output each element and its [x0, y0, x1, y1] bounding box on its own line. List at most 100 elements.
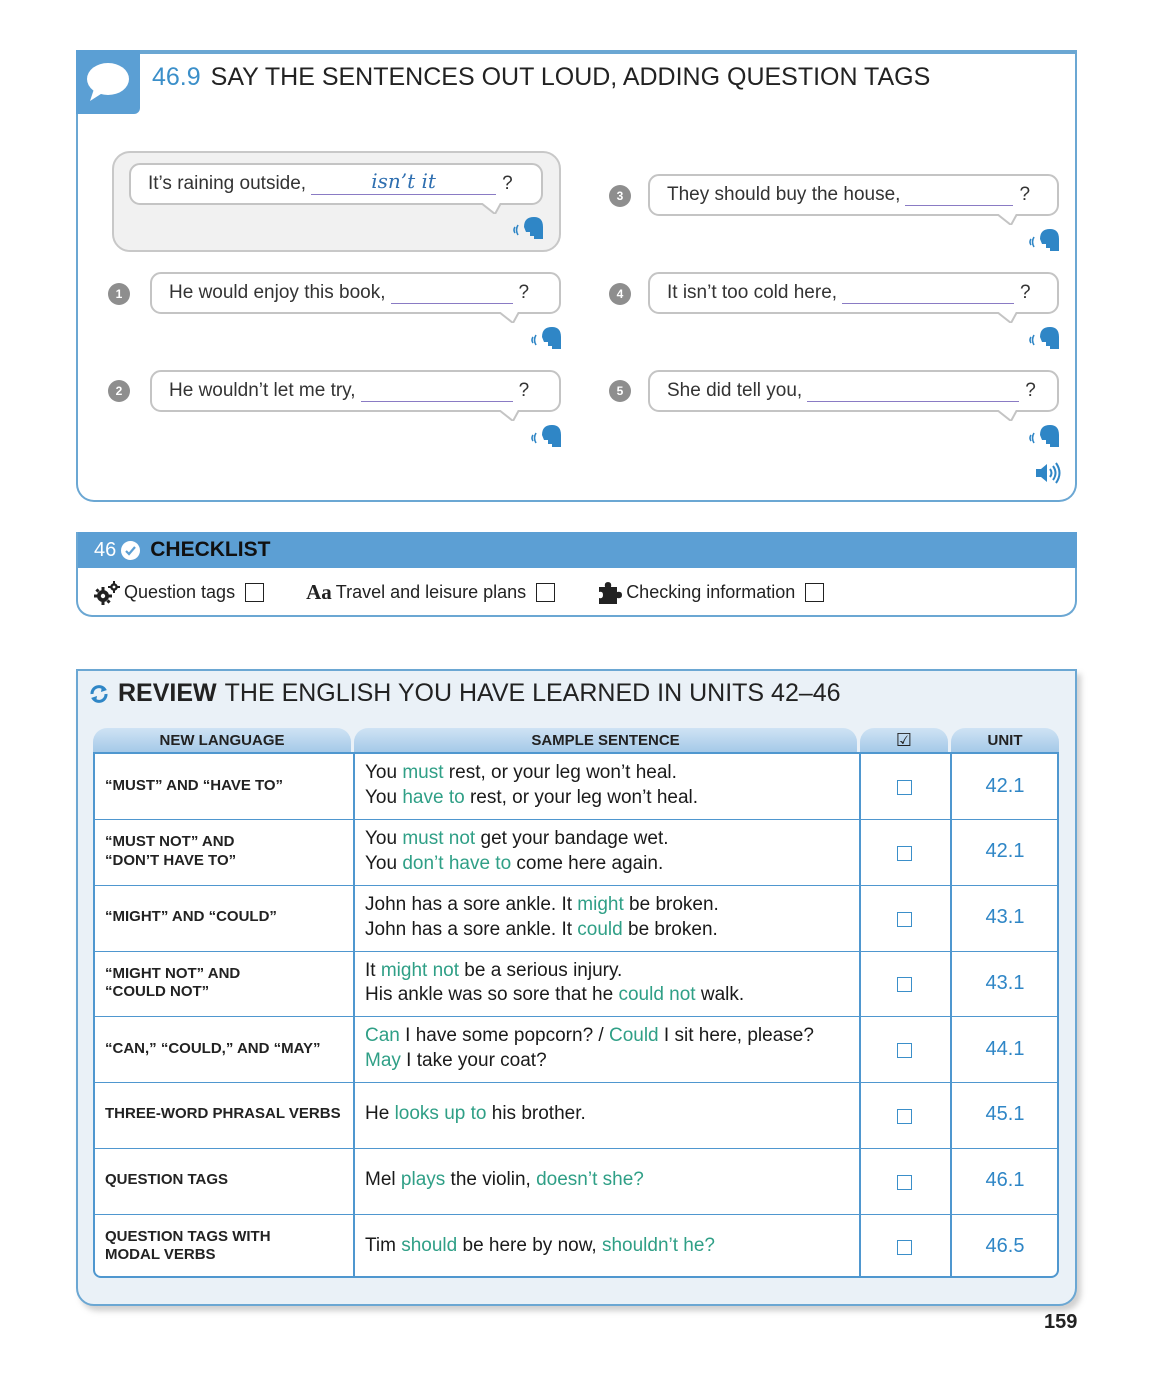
item-number-3: 3	[609, 185, 631, 207]
refresh-icon	[90, 684, 108, 703]
language-line: QUESTION TAGS	[105, 1171, 229, 1189]
sentence-line: You don’t have to come here again.	[365, 852, 865, 877]
item-text: He would enjoy this book,	[169, 282, 386, 303]
language-line: QUESTION TAGS WITH	[105, 1227, 271, 1245]
unit-cell: 45.1	[985, 1103, 1025, 1126]
item-bubble-2: He wouldn’t let me try, ?	[150, 370, 561, 421]
question-mark: ?	[1020, 282, 1031, 303]
item-bubble-3: They should buy the house, ?	[648, 174, 1059, 225]
answer-blank[interactable]	[807, 380, 1020, 402]
new-language-cell: QUESTION TAGS WITH MODAL VERBS	[105, 1214, 355, 1276]
sentence-text: John has a sore ankle. It	[365, 893, 578, 915]
checklist-label: Question tags	[124, 582, 236, 602]
review-checkbox[interactable]	[897, 977, 912, 993]
checklist-header: 46 CHECKLIST	[78, 532, 1077, 568]
sentence-line: Can I have some popcorn? / Could I sit h…	[365, 1024, 865, 1049]
puzzle-icon	[599, 581, 623, 604]
answer-blank[interactable]	[905, 184, 1014, 206]
checklist-panel: 46 CHECKLIST Question tags Aa Travel and…	[76, 532, 1077, 617]
new-language-cell: “CAN,” “COULD,” AND “MAY”	[105, 1017, 355, 1081]
table-row: “MIGHT NOT” AND “COULD NOT” It might not b…	[95, 951, 1057, 1018]
language-line: MODAL VERBS	[105, 1246, 216, 1264]
header-sample-sentence: SAMPLE SENTENCE	[354, 728, 857, 752]
example-answer: isn’t it	[371, 169, 436, 193]
sample-sentence-cell: Tim should be here by now, shouldn’t he?	[365, 1214, 865, 1276]
sentence-text: You	[365, 787, 403, 808]
sample-sentence-cell: You must rest, or your leg won’t heal. Yo…	[365, 754, 865, 818]
column-divider	[950, 1017, 952, 1082]
highlighted-phrase: don’t have to	[402, 852, 512, 874]
review-checkbox[interactable]	[897, 1043, 912, 1058]
sentence-line: You have to rest, or your leg won’t heal…	[365, 786, 865, 811]
review-title: REVIEW THE ENGLISH YOU HAVE LEARNED IN U…	[88, 679, 841, 708]
sentence-text: his brother.	[486, 1103, 586, 1125]
checklist-items: Question tags Aa Travel and leisure plan…	[94, 580, 825, 605]
sample-sentence-cell: Can I have some popcorn? / Could I sit h…	[365, 1017, 865, 1081]
answer-blank[interactable]	[842, 282, 1015, 304]
sentence-line: John has a sore ankle. It might be broke…	[365, 893, 865, 918]
sentence-line: He looks up to his brother.	[365, 1102, 865, 1127]
review-checkbox[interactable]	[897, 911, 912, 927]
sentence-line: You must rest, or your leg won’t heal.	[365, 761, 865, 786]
sentence-text: come here again.	[511, 852, 664, 874]
audio-speaker-icon[interactable]	[1034, 461, 1062, 485]
checklist-label: Checking information	[626, 582, 796, 602]
review-checkbox[interactable]	[897, 1108, 912, 1124]
answer-blank[interactable]	[390, 282, 513, 304]
exercise-title: 46.9 SAY THE SENTENCES OUT LOUD, ADDING Q…	[152, 63, 930, 92]
new-language-cell: QUESTION TAGS	[105, 1149, 355, 1213]
unit-cell: 43.1	[985, 906, 1025, 928]
review-checkbox[interactable]	[897, 780, 912, 795]
sentence-text: I take your coat?	[400, 1050, 547, 1071]
review-table: “MUST” AND “HAVE TO” You must rest, or yo…	[93, 752, 1059, 1278]
sentence-line: Mel plays the violin, doesn’t she?	[365, 1168, 865, 1193]
answer-blank[interactable]	[360, 380, 513, 402]
table-row: “MUST” AND “HAVE TO” You must rest, or yo…	[95, 754, 1057, 820]
review-title-bold: REVIEW	[118, 679, 217, 707]
checklist-item-travel: Aa Travel and leisure plans	[306, 580, 556, 605]
sample-sentence-cell: He looks up to his brother.	[365, 1083, 865, 1147]
checklist-checkbox[interactable]	[805, 583, 825, 602]
table-row: THREE-WORD PHRASAL VERBS He looks up to h…	[95, 1082, 1057, 1149]
review-title-rest: THE ENGLISH YOU HAVE LEARNED IN UNITS 42…	[224, 679, 841, 707]
item-text: It isn’t too cold here,	[667, 282, 838, 303]
sentence-line: John has a sore ankle. It could be broke…	[365, 918, 865, 943]
checklist-label: Travel and leisure plans	[335, 582, 527, 602]
sentence-text: I sit here, please?	[658, 1025, 814, 1047]
column-divider	[950, 754, 952, 819]
sentence-line: May I take your coat?	[365, 1049, 865, 1074]
column-divider	[950, 819, 952, 885]
checklist-checkbox[interactable]	[245, 583, 265, 602]
table-row: “CAN,” “COULD,” AND “MAY” Can I have some…	[95, 1017, 1057, 1083]
header-check: ☑	[860, 728, 948, 752]
highlighted-phrase: could	[577, 918, 623, 940]
table-row: QUESTION TAGS WITH MODAL VERBS Tim should …	[95, 1214, 1057, 1276]
highlighted-phrase: might not	[380, 959, 459, 981]
checklist-item-question-tags: Question tags	[94, 580, 265, 605]
page-number: 159	[1044, 1311, 1078, 1333]
sentence-text: John has a sore ankle. It	[365, 918, 578, 940]
highlighted-phrase: might	[577, 893, 624, 915]
sentence-text: walk.	[695, 984, 745, 1006]
review-checkbox[interactable]	[897, 1240, 912, 1256]
sentence-line: Tim should be here by now, shouldn’t he?	[365, 1234, 865, 1259]
sentence-line: His ankle was so sore that he could not …	[365, 983, 865, 1008]
highlighted-phrase: Could	[608, 1025, 659, 1047]
speaking-head-icon	[1029, 229, 1059, 251]
language-line: “MIGHT NOT” AND	[105, 964, 241, 982]
language-line: “DON’T HAVE TO”	[105, 851, 237, 869]
language-line: THREE-WORD PHRASAL VERBS	[105, 1105, 341, 1123]
gears-icon	[94, 580, 120, 605]
new-language-cell: “MIGHT” AND “COULD”	[105, 886, 355, 950]
language-line: “MIGHT” AND “COULD”	[105, 908, 277, 926]
checklist-checkbox[interactable]	[536, 583, 556, 602]
review-checkbox[interactable]	[897, 845, 912, 861]
sentence-text: Tim	[365, 1234, 402, 1256]
sentence-text: I have some popcorn? /	[399, 1025, 609, 1047]
example-text: It’s raining outside,	[148, 173, 307, 194]
new-language-cell: “MUST NOT” AND “DON’T HAVE TO”	[105, 820, 355, 884]
speaking-head-icon	[531, 327, 561, 349]
question-mark: ?	[1019, 184, 1031, 205]
review-checkbox[interactable]	[897, 1174, 912, 1190]
question-mark: ?	[1025, 380, 1036, 401]
